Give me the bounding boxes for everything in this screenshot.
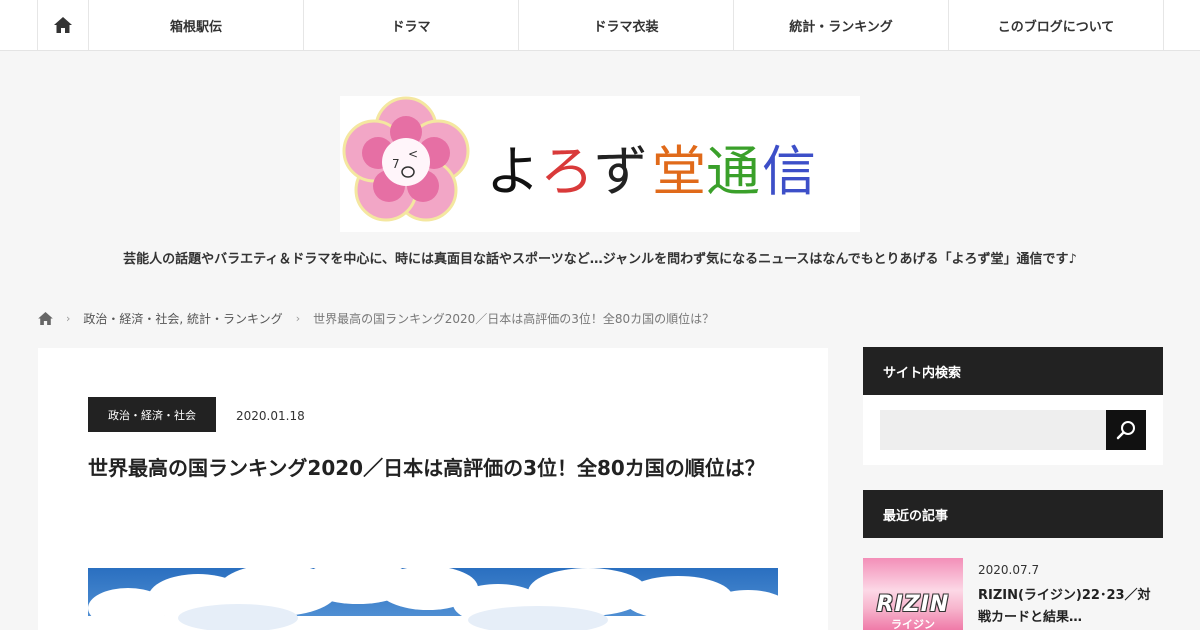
nav-item-about-blog[interactable]: このブログについて	[949, 0, 1164, 50]
post-date: 2020.01.18	[236, 409, 305, 423]
post-title: 世界最高の国ランキング2020／日本は高評価の3位！全80カ国の順位は？	[88, 456, 765, 480]
search-icon	[1116, 421, 1135, 440]
svg-text:7: 7	[392, 157, 400, 171]
nav-item-hakone-ekiden[interactable]: 箱根駅伝	[89, 0, 304, 50]
svg-text:堂: 堂	[652, 140, 706, 203]
svg-text:よ: よ	[486, 140, 540, 203]
nav-item-drama[interactable]: ドラマ	[304, 0, 519, 50]
search-button[interactable]	[1106, 410, 1146, 450]
search-widget-title: サイト内検索	[863, 347, 1163, 395]
breadcrumb-current: 世界最高の国ランキング2020／日本は高評価の3位！全80カ国の順位は？	[313, 311, 715, 326]
breadcrumb-category-link[interactable]: 政治・経済・社会, 統計・ランキング	[83, 310, 282, 327]
recent-post-item[interactable]: RIZIN ライジン 2020.07.7 RIZIN(ライジン)22･23／対戦…	[863, 558, 1163, 630]
eyecatch-image	[88, 568, 778, 630]
flower-logo-image: 7 < よ ろ ず 堂 通 信	[342, 96, 816, 222]
recent-post-date: 2020.07.7	[978, 563, 1040, 577]
site-tagline: 芸能人の話題やバラエティ＆ドラマを中心に、時には真面目な話やスポーツなど…ジャン…	[123, 252, 1077, 267]
chevron-right-icon: ›	[295, 311, 301, 325]
recent-thumb-sub-text: ライジン	[891, 618, 935, 630]
svg-text:<: <	[408, 147, 418, 161]
category-badge[interactable]: 政治・経済・社会	[88, 397, 216, 432]
home-icon	[54, 17, 72, 33]
site-logo[interactable]: 7 < よ ろ ず 堂 通 信	[340, 96, 860, 232]
nav-item-drama-costume[interactable]: ドラマ衣装	[519, 0, 734, 50]
svg-text:ろ: ろ	[540, 140, 594, 203]
article-main: 政治・経済・社会 2020.01.18 世界最高の国ランキング2020／日本は高…	[38, 348, 828, 630]
breadcrumb-home-icon[interactable]	[38, 311, 53, 325]
svg-text:通: 通	[706, 140, 760, 203]
home-button[interactable]	[38, 0, 89, 50]
chevron-right-icon: ›	[66, 311, 71, 325]
search-input[interactable]	[880, 410, 1107, 450]
recent-post-title[interactable]: RIZIN(ライジン)22･23／対戦カードと結果…	[978, 585, 1163, 629]
recent-widget-title: 最近の記事	[863, 490, 1163, 538]
global-nav-menu: 箱根駅伝 ドラマ ドラマ衣装 統計・ランキング このブログについて	[37, 0, 1164, 50]
svg-text:信: 信	[762, 140, 816, 203]
nav-item-stats-ranking[interactable]: 統計・ランキング	[734, 0, 949, 50]
logo-text: よ ろ ず 堂 通 信	[486, 140, 816, 203]
recent-post-thumbnail[interactable]: RIZIN ライジン	[863, 558, 963, 630]
svg-text:ず: ず	[594, 140, 648, 203]
global-nav: 箱根駅伝 ドラマ ドラマ衣装 統計・ランキング このブログについて	[0, 0, 1200, 51]
breadcrumb: › 政治・経済・社会, 統計・ランキング › 世界最高の国ランキング2020／日…	[38, 309, 714, 327]
search-widget	[863, 395, 1163, 465]
recent-thumb-logo-text: RIZIN	[876, 592, 950, 617]
